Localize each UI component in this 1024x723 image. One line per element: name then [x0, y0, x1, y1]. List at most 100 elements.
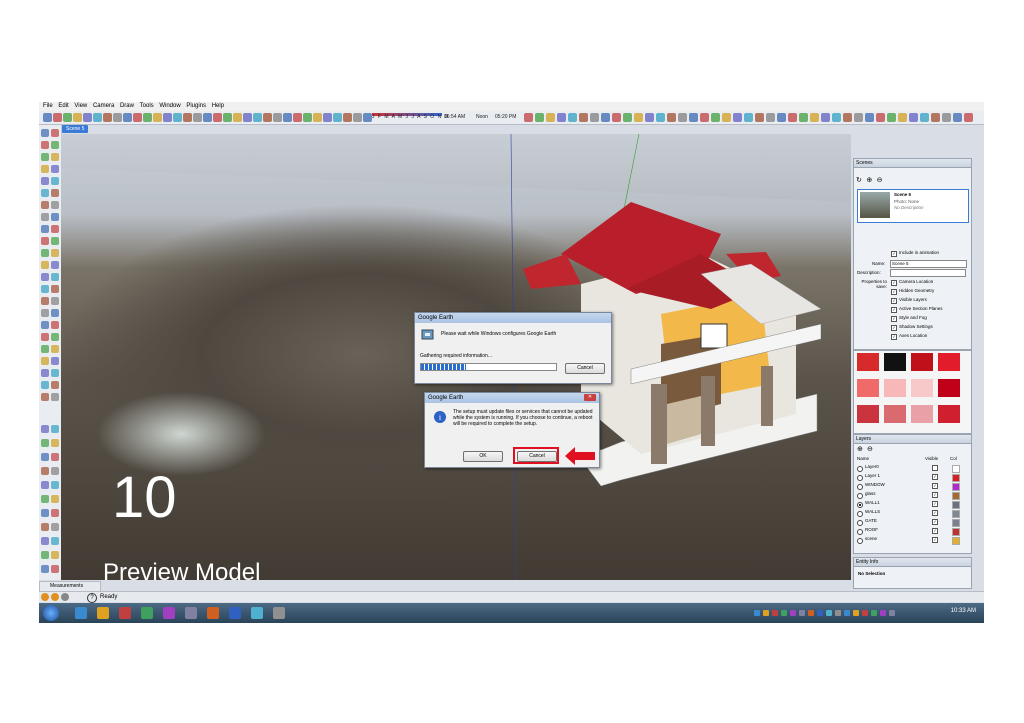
toolbar-tool-icon[interactable] — [524, 113, 533, 122]
layer-color-swatch[interactable] — [952, 465, 960, 473]
draw-tool-icon[interactable] — [41, 177, 49, 185]
toolbar-tool-icon[interactable] — [854, 113, 863, 122]
credits-icon[interactable] — [51, 593, 59, 601]
toolbar-tool-icon[interactable] — [133, 113, 142, 122]
toolbar-tool-icon[interactable] — [700, 113, 709, 122]
toolbar-tool-icon[interactable] — [43, 113, 52, 122]
toolbar-tool-icon[interactable] — [243, 113, 252, 122]
draw-tool-icon[interactable] — [51, 237, 59, 245]
layer-active-radio[interactable] — [857, 475, 863, 481]
color-swatch[interactable] — [884, 405, 906, 423]
tray-icon[interactable] — [763, 610, 769, 616]
toolbar-tool-icon[interactable] — [53, 113, 62, 122]
color-swatch[interactable] — [938, 379, 960, 397]
refresh-icon[interactable]: ↻ — [856, 177, 862, 184]
layer-visible-checkbox[interactable]: ✓ — [932, 510, 938, 516]
property-checkbox[interactable]: ✓ — [891, 325, 897, 331]
draw-tool-icon[interactable] — [41, 165, 49, 173]
draw-tool-icon[interactable] — [51, 509, 59, 517]
color-swatch[interactable] — [857, 353, 879, 371]
draw-tool-icon[interactable] — [51, 495, 59, 503]
toolbar-tool-icon[interactable] — [173, 113, 182, 122]
tray-icon[interactable] — [862, 610, 868, 616]
property-checkbox[interactable]: ✓ — [891, 298, 897, 304]
tray-icon[interactable] — [871, 610, 877, 616]
draw-tool-icon[interactable] — [41, 345, 49, 353]
draw-tool-icon[interactable] — [51, 213, 59, 221]
toolbar-tool-icon[interactable] — [689, 113, 698, 122]
toolbar-tool-icon[interactable] — [755, 113, 764, 122]
remove-scene-icon[interactable]: ⊖ — [877, 177, 883, 184]
draw-tool-icon[interactable] — [51, 297, 59, 305]
layer-visible-checkbox[interactable]: ✓ — [932, 492, 938, 498]
draw-tool-icon[interactable] — [41, 225, 49, 233]
color-swatch[interactable] — [857, 405, 879, 423]
draw-tool-icon[interactable] — [41, 309, 49, 317]
menu-view[interactable]: View — [74, 102, 87, 111]
configure-cancel-button[interactable]: Cancel — [565, 363, 605, 374]
tray-icon[interactable] — [799, 610, 805, 616]
draw-tool-icon[interactable] — [41, 285, 49, 293]
draw-tool-icon[interactable] — [51, 537, 59, 545]
scene-list-item[interactable]: Scene 5 Photo: None No Description — [857, 189, 969, 223]
layer-color-swatch[interactable] — [952, 492, 960, 500]
layer-visible-checkbox[interactable]: ✓ — [932, 519, 938, 525]
toolbar-tool-icon[interactable] — [273, 113, 282, 122]
taskbar-app-icon[interactable] — [141, 607, 153, 619]
toolbar-tool-icon[interactable] — [887, 113, 896, 122]
layer-active-radio[interactable] — [857, 466, 863, 472]
layer-name[interactable]: Layer 1 — [865, 473, 880, 478]
tray-icon[interactable] — [781, 610, 787, 616]
toolbar-tool-icon[interactable] — [253, 113, 262, 122]
layer-active-radio[interactable] — [857, 511, 863, 517]
taskbar-app-icon[interactable] — [97, 607, 109, 619]
tray-icon[interactable] — [817, 610, 823, 616]
draw-tool-icon[interactable] — [41, 523, 49, 531]
taskbar-app-icon[interactable] — [163, 607, 175, 619]
color-swatch[interactable] — [911, 353, 933, 371]
taskbar-app-icon[interactable] — [273, 607, 285, 619]
add-scene-icon[interactable]: ⊕ — [866, 177, 872, 184]
toolbar-tool-icon[interactable] — [788, 113, 797, 122]
draw-tool-icon[interactable] — [51, 189, 59, 197]
toolbar-tool-icon[interactable] — [263, 113, 272, 122]
layer-visible-checkbox[interactable]: ✓ — [932, 483, 938, 489]
draw-tool-icon[interactable] — [51, 201, 59, 209]
toolbar-tool-icon[interactable] — [153, 113, 162, 122]
layer-name[interactable]: scene — [865, 536, 877, 541]
toolbar-tool-icon[interactable] — [103, 113, 112, 122]
draw-tool-icon[interactable] — [51, 129, 59, 137]
draw-tool-icon[interactable] — [51, 467, 59, 475]
color-swatch[interactable] — [911, 379, 933, 397]
name-field[interactable]: Scene 5 — [890, 260, 967, 268]
layer-name[interactable]: ROOF — [865, 527, 878, 532]
toolbar-tool-icon[interactable] — [535, 113, 544, 122]
toolbar-tool-icon[interactable] — [73, 113, 82, 122]
menu-edit[interactable]: Edit — [58, 102, 68, 111]
toolbar-tool-icon[interactable] — [223, 113, 232, 122]
layer-color-swatch[interactable] — [952, 528, 960, 536]
menu-tools[interactable]: Tools — [140, 102, 154, 111]
menu-draw[interactable]: Draw — [120, 102, 134, 111]
layer-name[interactable]: WALLS — [865, 509, 880, 514]
draw-tool-icon[interactable] — [51, 439, 59, 447]
taskbar-app-icon[interactable] — [185, 607, 197, 619]
color-swatch[interactable] — [857, 379, 879, 397]
draw-tool-icon[interactable] — [51, 481, 59, 489]
start-button-icon[interactable] — [43, 605, 59, 621]
tray-icon[interactable] — [772, 610, 778, 616]
toolbar-tool-icon[interactable] — [163, 113, 172, 122]
toolbar-tool-icon[interactable] — [920, 113, 929, 122]
toolbar-tool-icon[interactable] — [898, 113, 907, 122]
geo-icon[interactable] — [41, 593, 49, 601]
toolbar-tool-icon[interactable] — [213, 113, 222, 122]
toolbar-tool-icon[interactable] — [113, 113, 122, 122]
draw-tool-icon[interactable] — [51, 453, 59, 461]
draw-tool-icon[interactable] — [41, 213, 49, 221]
toolbar-tool-icon[interactable] — [601, 113, 610, 122]
toolbar-tool-icon[interactable] — [942, 113, 951, 122]
draw-tool-icon[interactable] — [41, 453, 49, 461]
draw-tool-icon[interactable] — [41, 141, 49, 149]
toolbar-tool-icon[interactable] — [203, 113, 212, 122]
layer-color-swatch[interactable] — [952, 474, 960, 482]
